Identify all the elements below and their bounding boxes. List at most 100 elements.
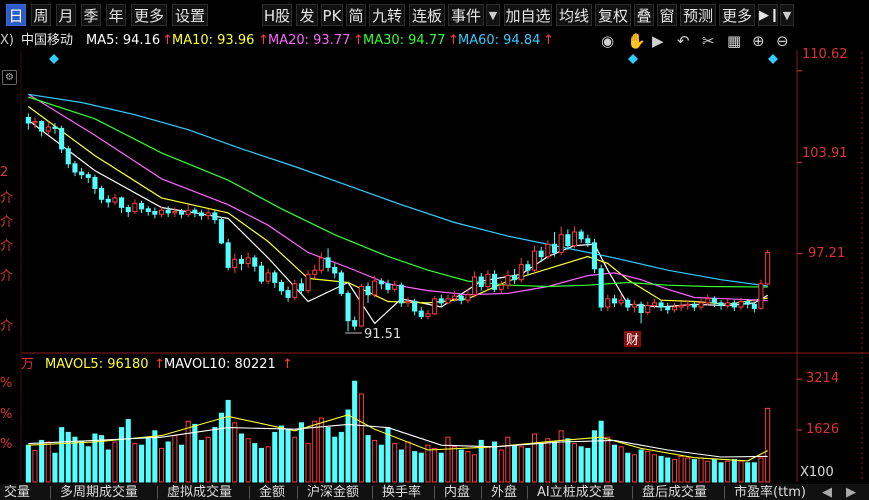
tab-amount[interactable]: 金额 <box>259 484 285 500</box>
candle-down <box>99 187 105 200</box>
volume-bar <box>552 441 558 483</box>
volume-bar <box>605 436 611 483</box>
candle-down <box>718 302 724 307</box>
volume-bar <box>358 393 364 483</box>
volume-bar <box>631 454 638 483</box>
tab-sh-sz-amount[interactable]: 沪深金额 <box>307 484 359 500</box>
volume-bar <box>705 460 711 483</box>
candle-down <box>198 212 204 217</box>
indicator-tab-bar: 交量 多周期成交量 虚拟成交量 金额 沪深金额 换手率 内盘 外盘 AI立桩成交… <box>0 484 869 500</box>
volume-bar <box>105 449 111 483</box>
volume-bar <box>312 420 318 483</box>
price-tick-top: 110.62 <box>802 47 848 62</box>
volume-bar <box>458 449 464 483</box>
ma20-line <box>27 93 768 302</box>
event-diamond-icon <box>628 54 638 64</box>
volume-bar <box>392 443 398 483</box>
left-edge-char: 介 <box>0 319 14 334</box>
candle-up <box>392 284 398 290</box>
candle-down <box>385 283 391 290</box>
ma30-line <box>28 96 768 288</box>
candle-up <box>545 243 551 258</box>
tab-ai-volume[interactable]: AI立桩成交量 <box>537 484 615 500</box>
candle-up <box>518 264 524 281</box>
volume-bar <box>558 430 564 483</box>
volume-bar <box>651 454 658 483</box>
min-price-label: 91.51 <box>364 327 401 342</box>
tab-virtual-volume[interactable]: 虚拟成交量 <box>167 484 232 500</box>
volume-bar <box>119 427 125 483</box>
left-edge-char: 2 <box>0 165 9 180</box>
tab-multi-period-volume[interactable]: 多周期成交量 <box>60 484 138 500</box>
price-tick-low: 97.21 <box>808 246 845 261</box>
candle-up <box>705 298 711 304</box>
volume-bar <box>691 459 697 483</box>
volume-bar <box>665 457 671 483</box>
candle-up <box>558 234 564 253</box>
tab-turnover-rate[interactable]: 换手率 <box>382 484 421 500</box>
candle-down <box>598 268 604 308</box>
candle-down <box>438 298 444 304</box>
volume-bar <box>152 430 158 483</box>
candle-down <box>345 292 351 322</box>
candle-down <box>478 276 484 287</box>
volume-bar <box>32 450 38 483</box>
mavol10-arrow: ↑ <box>282 357 293 372</box>
volume-bar <box>165 441 171 483</box>
volume-tick-mid: 1626 <box>806 422 839 437</box>
volume-bar <box>159 447 165 483</box>
volume-bar <box>252 443 258 483</box>
candle-down <box>378 280 384 285</box>
candle-down <box>238 258 244 264</box>
tab-volume[interactable]: 交量 <box>4 484 30 500</box>
volume-bar <box>625 452 631 483</box>
volume-bar <box>25 444 31 483</box>
volume-bar <box>618 446 624 483</box>
volume-bar <box>578 446 584 483</box>
volume-bar <box>472 454 478 483</box>
candle-down <box>72 163 78 173</box>
volume-bar <box>685 457 691 483</box>
volume-bar <box>591 430 598 483</box>
left-edge-char: 介 <box>0 191 14 206</box>
candle-down <box>338 272 344 294</box>
volume-bar <box>465 451 471 483</box>
volume-unit-x100: X100 <box>800 465 834 480</box>
left-edge-char: % <box>0 437 13 452</box>
volume-bar <box>298 422 304 483</box>
volume-bar <box>232 422 238 483</box>
candle-up <box>485 273 491 288</box>
candle-down <box>85 174 91 178</box>
settings-gear-icon[interactable]: ⚙ <box>2 70 17 85</box>
left-edge-char: % <box>0 407 13 422</box>
candle-up <box>265 272 271 282</box>
volume-bar <box>85 446 91 483</box>
candle-down <box>418 310 424 318</box>
candle-down <box>691 303 697 308</box>
volume-bar <box>212 427 218 483</box>
candle-down <box>25 117 31 124</box>
candle-down <box>638 303 644 313</box>
tab-outer-volume[interactable]: 外盘 <box>491 484 517 500</box>
candle-down <box>192 209 198 214</box>
tab-pe-ttm[interactable]: 市盈率(ttm) <box>734 484 806 500</box>
candle-down <box>585 238 591 244</box>
tab-scroll-right-icon[interactable]: ▶ <box>846 484 856 500</box>
volume-bar <box>258 447 264 483</box>
candle-down <box>538 250 544 258</box>
candle-up <box>631 303 638 308</box>
candle-down <box>252 257 258 267</box>
volume-bar <box>598 420 604 483</box>
volume-bar <box>352 380 358 483</box>
volume-bar <box>438 452 444 483</box>
volume-bar <box>125 419 131 483</box>
tab-inner-volume[interactable]: 内盘 <box>444 484 470 500</box>
candle-up <box>452 295 458 300</box>
tab-after-hours-volume[interactable]: 盘后成交量 <box>642 484 707 500</box>
volume-bar <box>305 443 311 483</box>
candle-up <box>698 302 704 308</box>
tab-scroll-left-icon[interactable]: ◀ <box>822 484 832 500</box>
kline-chart[interactable]: 110.62 103.91 97.21 91.51 财 万 MAVOL5: 96… <box>0 0 869 500</box>
candle-down <box>711 298 717 304</box>
ma5-line <box>27 119 768 325</box>
